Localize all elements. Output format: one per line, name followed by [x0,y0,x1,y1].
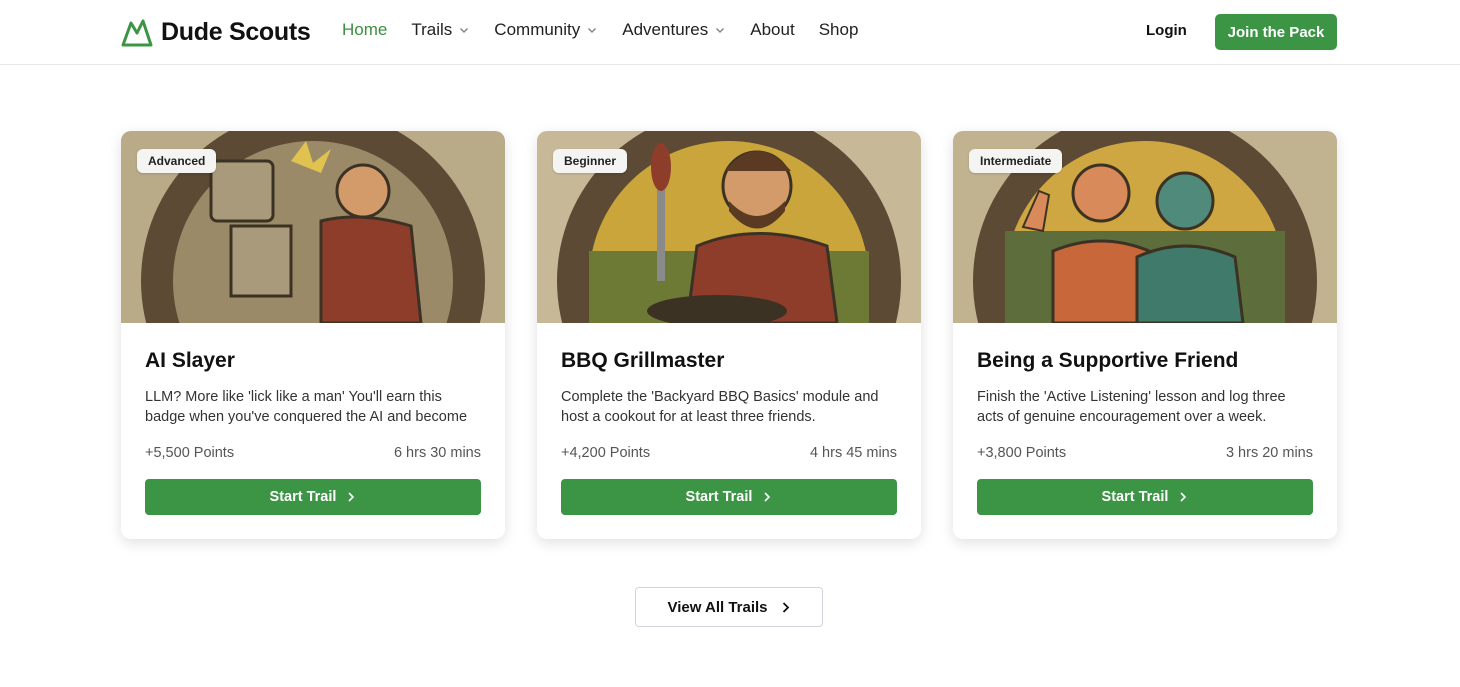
card-points: +5,500 Points [145,445,235,461]
brand-name: Dude Scouts [161,17,311,46]
card-description: Finish the 'Active Listening' lesson and… [977,389,1286,425]
card-points: +4,200 Points [561,445,651,461]
card-description: LLM? More like 'lick like a man' You'll … [145,389,468,425]
main-nav: Home Trails Community Adventures About S… [342,20,882,40]
view-all-label: View All Trails [667,598,768,616]
trail-card: Advanced AI Slayer LLM? More like 'lick … [121,131,505,539]
nav-item-community[interactable]: Community [494,20,598,40]
nav-item-adventures[interactable]: Adventures [622,20,726,40]
nav-label: Adventures [622,20,709,39]
card-duration: 6 hrs 30 mins [393,445,481,461]
login-link[interactable]: Login [1146,22,1187,39]
chevron-right-icon [348,492,355,502]
card-title: Being a Supportive Friend [977,349,1239,372]
nav-item-trails[interactable]: Trails [411,20,470,40]
nav-item-home[interactable]: Home [342,20,387,40]
join-button[interactable]: Join the Pack [1215,14,1337,50]
nav-label: Trails [411,20,453,39]
level-badge: Advanced [137,149,217,173]
chevron-down-icon [716,27,725,34]
trail-badge-image: Intermediate [953,131,1337,323]
brand[interactable]: Dude Scouts [121,17,311,47]
trail-badge-image: Advanced [121,131,505,323]
card-points: +3,800 Points [977,445,1067,461]
start-trail-button[interactable]: Start Trail [561,479,897,515]
start-trail-button[interactable]: Start Trail [977,479,1313,515]
nav-label: Shop [818,20,859,39]
chevron-right-icon [764,492,771,502]
nav-item-about[interactable]: About [750,20,794,40]
start-trail-button[interactable]: Start Trail [145,479,481,515]
start-trail-label: Start Trail [1101,489,1169,505]
card-duration: 3 hrs 20 mins [1225,445,1313,461]
nav-label: Home [342,20,388,39]
start-trail-label: Start Trail [685,489,753,505]
nav-item-shop[interactable]: Shop [819,20,859,40]
chevron-right-icon [782,601,789,613]
mountain-icon [121,19,153,47]
chevron-down-icon [460,27,469,34]
card-duration: 4 hrs 45 mins [809,445,897,461]
nav-label: About [750,20,795,39]
card-title: BBQ Grillmaster [561,349,725,372]
chevron-down-icon [588,27,597,34]
trail-card: Beginner BBQ Grillmaster Complete the 'B… [537,131,921,539]
view-all-trails-button[interactable]: View All Trails [635,587,823,627]
start-trail-label: Start Trail [269,489,337,505]
card-title: AI Slayer [145,349,235,372]
level-badge: Beginner [553,149,628,173]
chevron-right-icon [1180,492,1187,502]
nav-label: Community [494,20,581,39]
level-badge: Intermediate [969,149,1063,173]
site-header: Dude Scouts Home Trails Community Advent… [0,0,1460,65]
trail-badge-image: Beginner [537,131,921,323]
card-description: Complete the 'Backyard BBQ Basics' modul… [561,389,879,425]
trail-card: Intermediate Being a Supportive Friend F… [953,131,1337,539]
